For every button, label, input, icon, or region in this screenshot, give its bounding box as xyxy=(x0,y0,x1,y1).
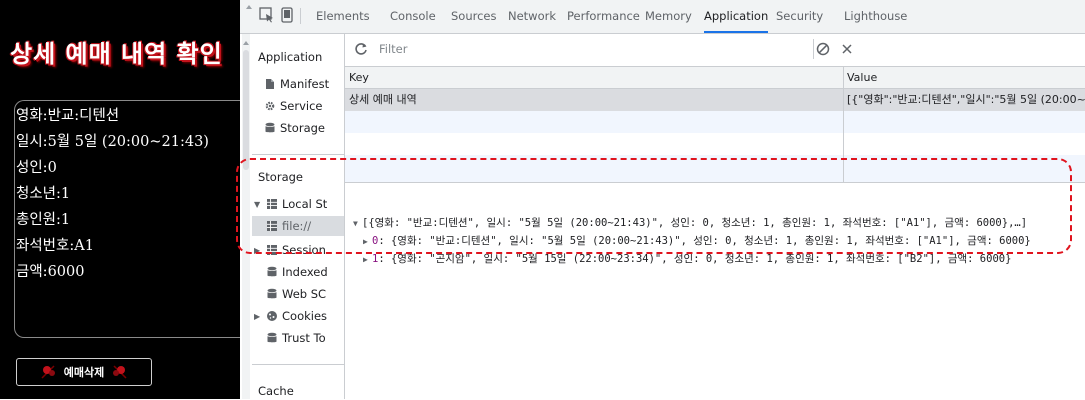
rose-icon xyxy=(113,365,127,379)
clear-all-icon[interactable] xyxy=(815,41,831,57)
sidebar-divider xyxy=(252,154,344,155)
tab-network[interactable]: Network xyxy=(508,0,556,33)
table-row-empty xyxy=(345,133,1085,155)
column-header-key[interactable]: Key xyxy=(345,67,843,89)
sidebar-item-label: Storage xyxy=(280,121,325,135)
info-movie: 영화:반교:디텐션 xyxy=(16,108,120,124)
sidebar-item-label: Manifest xyxy=(280,77,330,91)
info-youth: 청소년:1 xyxy=(16,186,71,202)
tab-lighthouse[interactable]: Lighthouse xyxy=(844,0,907,33)
info-datetime: 일시:5월 5일 (20:00~21:43) xyxy=(16,134,209,150)
storage-toolbar xyxy=(345,34,1085,67)
delete-selected-icon[interactable] xyxy=(839,41,855,57)
row-key: 상세 예매 내역 xyxy=(349,93,417,106)
info-adult: 성인:0 xyxy=(16,160,57,176)
sidebar-header-cache: Cache xyxy=(258,384,294,398)
sidebar-item-trust-tokens[interactable]: Trust To xyxy=(266,328,344,348)
database-icon xyxy=(267,288,277,299)
device-toolbar-icon[interactable] xyxy=(278,6,296,24)
sidebar-item-cookies[interactable]: ▶ Cookies xyxy=(254,306,344,326)
gear-icon xyxy=(265,101,275,111)
toolbar-separator xyxy=(300,8,301,24)
sidebar-item-label: Web SC xyxy=(282,287,327,301)
column-header-value[interactable]: Value xyxy=(843,67,1085,89)
sidebar-item-storage[interactable]: Storage xyxy=(264,118,344,138)
tab-security[interactable]: Security xyxy=(776,0,823,33)
preview-item-text: {영화: "곤지암", 일시: "5월 15일 (22:00~23:34)", … xyxy=(390,253,1012,265)
preview-item-index: 1 xyxy=(372,253,379,265)
info-total: 총인원:1 xyxy=(16,212,71,228)
refresh-icon[interactable] xyxy=(353,41,369,57)
collapsed-arrow-icon[interactable]: ▶ xyxy=(363,255,372,264)
database-icon xyxy=(267,266,277,277)
tab-performance[interactable]: Performance xyxy=(567,0,640,33)
table-row-empty xyxy=(345,111,1085,133)
info-price: 금액:6000 xyxy=(16,264,85,280)
database-icon xyxy=(265,122,275,133)
database-icon xyxy=(267,332,277,343)
file-icon xyxy=(266,79,274,89)
scroll-up-icon[interactable] xyxy=(244,2,254,12)
tab-sources[interactable]: Sources xyxy=(451,0,497,33)
tab-console[interactable]: Console xyxy=(390,0,436,33)
sidebar-divider xyxy=(252,364,344,365)
cancel-booking-label: 예매삭제 xyxy=(63,366,105,379)
tab-elements[interactable]: Elements xyxy=(316,0,370,33)
sidebar-item-manifest[interactable]: Manifest xyxy=(264,74,344,94)
sidebar-header-application: Application xyxy=(258,50,323,64)
tab-memory[interactable]: Memory xyxy=(645,0,692,33)
booking-page: 상세 예매 내역 확인 영화:반교:디텐션 일시:5월 5일 (20:00~21… xyxy=(0,0,240,399)
row-value: [{"영화":"반교:디텐션","일시":"5월 5일 (20:00~21:43… xyxy=(847,93,1085,106)
cookie-icon xyxy=(267,311,277,321)
tab-application[interactable]: Application xyxy=(704,0,769,33)
sidebar-item-service-workers[interactable]: Service xyxy=(264,96,344,116)
devtools-tabbar: Elements Console Sources Network Perform… xyxy=(240,0,1085,34)
sidebar-item-label: Trust To xyxy=(282,331,326,345)
sidebar-item-label: Cookies xyxy=(282,309,328,323)
cancel-booking-button[interactable]: 예매삭제 xyxy=(16,358,152,386)
info-seat: 좌석번호:A1 xyxy=(16,238,94,254)
rose-icon xyxy=(41,365,55,379)
sidebar-item-label: Indexed xyxy=(282,265,328,279)
filter-input[interactable] xyxy=(375,39,814,59)
table-row[interactable]: 상세 예매 내역 [{"영화":"반교:디텐션","일시":"5월 5일 (20… xyxy=(345,89,1085,111)
collapsed-arrow-icon[interactable]: ▶ xyxy=(254,312,262,321)
sidebar-item-web-sql[interactable]: Web SC xyxy=(266,284,344,304)
devtools-toolbar-icons xyxy=(240,0,308,33)
sidebar-item-label: Service xyxy=(280,99,323,113)
red-dashed-highlight xyxy=(236,158,1072,254)
sidebar-item-indexeddb[interactable]: Indexed xyxy=(266,262,344,282)
page-title: 상세 예매 내역 확인 xyxy=(10,39,223,68)
inspect-element-icon[interactable] xyxy=(258,6,276,24)
